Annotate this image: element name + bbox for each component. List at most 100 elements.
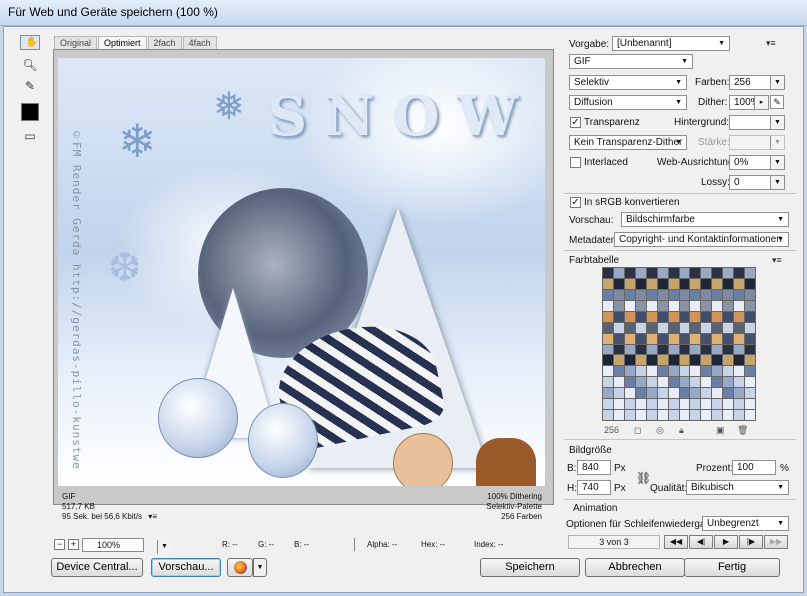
palette-swatch[interactable] [657, 289, 668, 300]
palette-swatch[interactable] [679, 322, 690, 333]
palette-swatch[interactable] [603, 333, 613, 344]
palette-swatch[interactable] [668, 333, 679, 344]
palette-swatch[interactable] [701, 322, 712, 333]
palette-swatch[interactable] [734, 289, 745, 300]
preview-button[interactable]: Vorschau... [151, 558, 221, 577]
palette-swatch[interactable] [679, 366, 690, 377]
palette-swatch[interactable] [690, 344, 701, 355]
color-table-menu-icon[interactable]: ▾≡ [772, 255, 782, 266]
palette-swatch[interactable] [712, 289, 723, 300]
palette-swatch[interactable] [712, 366, 723, 377]
palette-swatch[interactable] [745, 333, 755, 344]
palette-swatch[interactable] [701, 333, 712, 344]
palette-swatch[interactable] [712, 300, 723, 311]
palette-swatch[interactable] [712, 399, 723, 410]
color-reduction-select[interactable]: Selektiv ▼ [569, 75, 687, 90]
palette-swatch[interactable] [679, 399, 690, 410]
srgb-checkbox[interactable]: ✓ [570, 197, 581, 208]
percent-field[interactable]: 100 [732, 460, 776, 475]
palette-swatch[interactable] [679, 289, 690, 300]
palette-swatch[interactable] [635, 311, 646, 322]
palette-swatch[interactable] [657, 268, 668, 278]
palette-swatch[interactable] [679, 300, 690, 311]
palette-swatch[interactable] [668, 300, 679, 311]
metadata-select[interactable]: Copyright- und Kontaktinformationen ▼ [614, 232, 789, 247]
zoom-tool-icon[interactable]: 🔍︎ [20, 56, 40, 74]
zoom-out-button[interactable]: − [54, 539, 65, 550]
palette-swatch[interactable] [701, 388, 712, 399]
palette-swatch[interactable] [603, 311, 613, 322]
palette-swatch[interactable] [603, 322, 613, 333]
eyedropper-color-swatch[interactable] [21, 103, 39, 121]
palette-swatch[interactable] [668, 355, 679, 366]
transparency-checkbox[interactable]: ✓ [570, 117, 581, 128]
palette-swatch[interactable] [635, 344, 646, 355]
palette-swatch[interactable] [603, 289, 613, 300]
toggle-slices-icon[interactable]: ▭ [20, 127, 40, 145]
palette-swatch[interactable] [690, 300, 701, 311]
palette-swatch[interactable] [613, 333, 624, 344]
palette-swatch[interactable] [723, 289, 734, 300]
palette-swatch[interactable] [723, 300, 734, 311]
preview-image[interactable]: ❄ ❅ ❆ SNOW ©FM Render Gerda http://gerda… [58, 58, 545, 486]
first-frame-button[interactable]: ◀◀ [664, 535, 688, 549]
palette-swatch[interactable] [657, 311, 668, 322]
palette-swatch[interactable] [734, 268, 745, 278]
palette-swatch[interactable] [745, 377, 755, 388]
palette-swatch[interactable] [613, 399, 624, 410]
palette-swatch[interactable] [635, 278, 646, 289]
colors-select[interactable]: 256 ▼ [729, 75, 785, 90]
lossy-field[interactable]: 0 ▼ [729, 175, 785, 190]
palette-swatch[interactable] [613, 311, 624, 322]
tab-2up[interactable]: 2fach [147, 36, 182, 49]
palette-swatch[interactable] [679, 388, 690, 399]
palette-swatch[interactable] [635, 388, 646, 399]
palette-swatch[interactable] [635, 355, 646, 366]
preset-select[interactable]: [Unbenannt] ▼ [612, 36, 730, 51]
palette-swatch[interactable] [723, 410, 734, 420]
palette-swatch[interactable] [679, 268, 690, 278]
palette-swatch[interactable] [624, 268, 635, 278]
palette-swatch[interactable] [734, 410, 745, 420]
palette-swatch[interactable] [701, 268, 712, 278]
preview-mode-select[interactable]: Bildschirmfarbe ▼ [621, 212, 789, 227]
hand-tool-icon[interactable]: ✋ [20, 35, 40, 50]
palette-swatch[interactable] [603, 344, 613, 355]
palette-swatch[interactable] [668, 344, 679, 355]
palette-swatch[interactable] [723, 377, 734, 388]
palette-swatch[interactable] [635, 322, 646, 333]
palette-swatch[interactable] [635, 289, 646, 300]
palette-swatch[interactable] [657, 355, 668, 366]
palette-swatch[interactable] [613, 366, 624, 377]
palette-swatch[interactable] [734, 388, 745, 399]
palette-swatch[interactable] [624, 333, 635, 344]
palette-swatch[interactable] [635, 268, 646, 278]
palette-swatch[interactable] [723, 366, 734, 377]
palette-swatch[interactable] [668, 268, 679, 278]
palette-swatch[interactable] [646, 388, 657, 399]
palette-swatch[interactable] [723, 278, 734, 289]
palette-swatch[interactable] [701, 300, 712, 311]
palette-swatch[interactable] [701, 289, 712, 300]
download-speed-menu-icon[interactable]: ▾≡ [148, 512, 157, 522]
palette-swatch[interactable] [657, 278, 668, 289]
loop-options-select[interactable]: Unbegrenzt ▼ [702, 516, 789, 531]
palette-swatch[interactable] [624, 344, 635, 355]
palette-swatch[interactable] [723, 322, 734, 333]
palette-swatch[interactable] [613, 278, 624, 289]
palette-swatch[interactable] [657, 410, 668, 420]
palette-swatch[interactable] [646, 377, 657, 388]
palette-swatch[interactable] [613, 289, 624, 300]
palette-swatch[interactable] [712, 410, 723, 420]
palette-swatch[interactable] [690, 268, 701, 278]
palette-swatch[interactable] [624, 366, 635, 377]
palette-swatch[interactable] [613, 300, 624, 311]
palette-swatch[interactable] [657, 388, 668, 399]
chevron-down-icon[interactable]: ▼ [253, 558, 267, 577]
palette-swatch[interactable] [624, 300, 635, 311]
palette-swatch[interactable] [603, 377, 613, 388]
optimize-menu-icon[interactable]: ▾≡ [766, 38, 776, 49]
palette-swatch[interactable] [734, 344, 745, 355]
palette-swatch[interactable] [745, 355, 755, 366]
palette-swatch[interactable] [646, 311, 657, 322]
